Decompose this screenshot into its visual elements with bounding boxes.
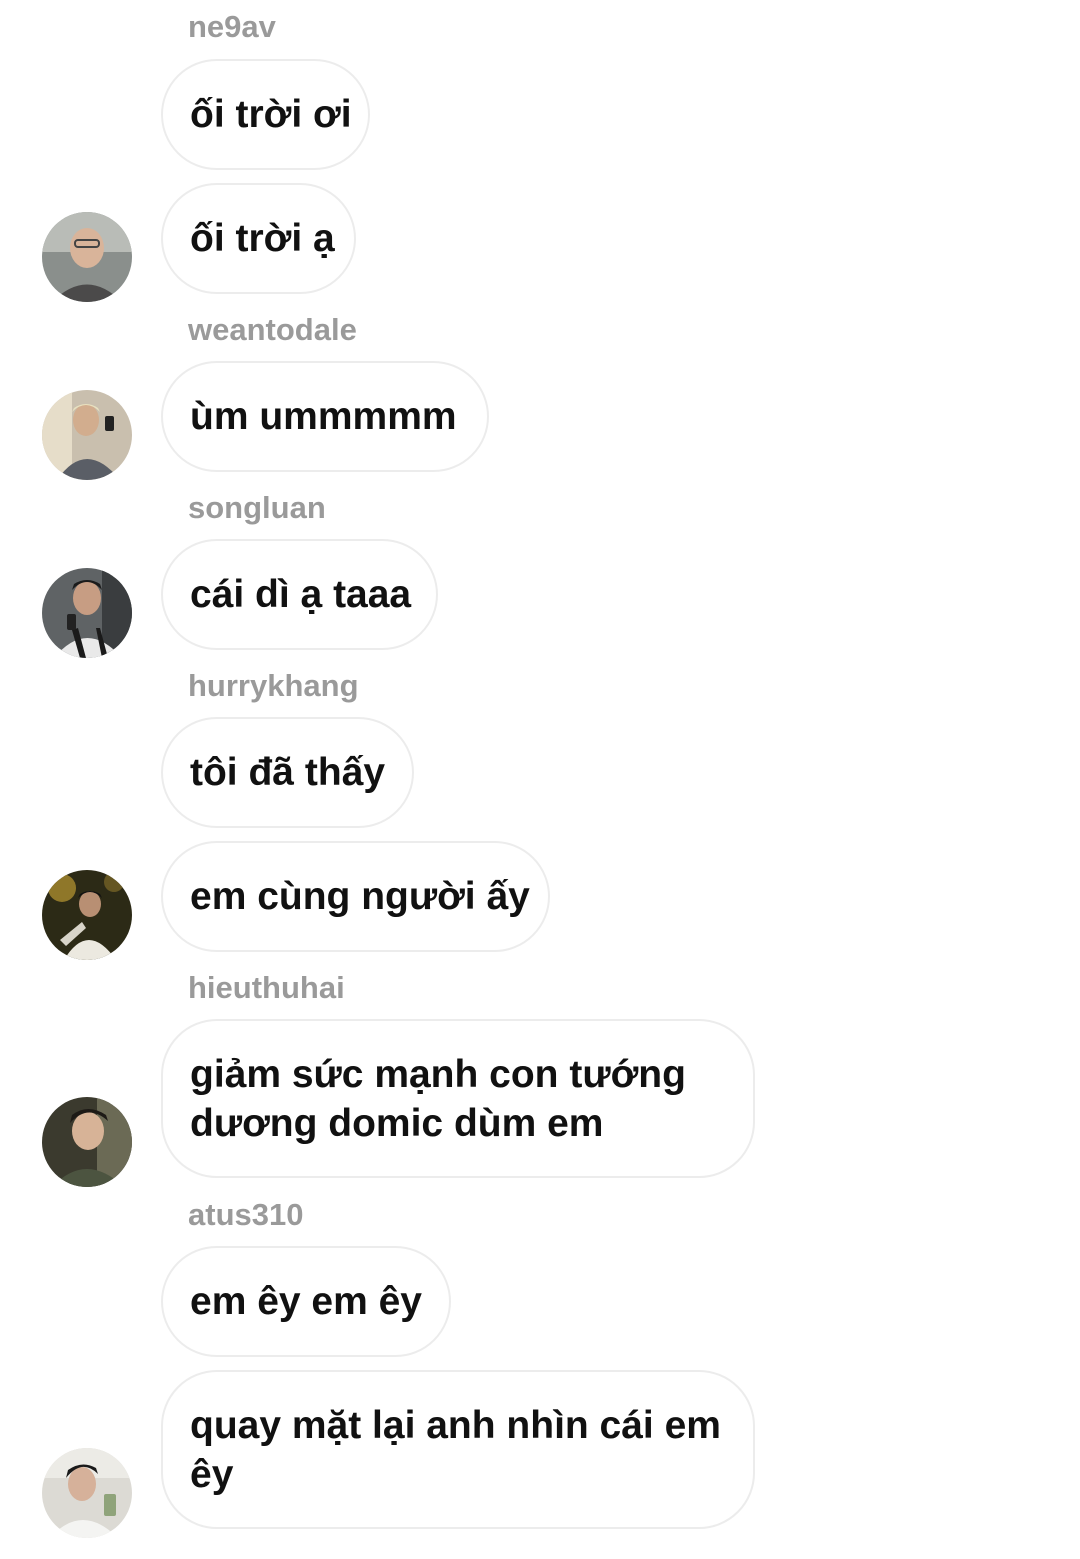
message-text-block: giảm sức mạnh con tướng dương domic dùm …	[190, 1050, 686, 1148]
message-bubble[interactable]: em êy em êy	[161, 1246, 451, 1357]
message-bubble[interactable]: giảm sức mạnh con tướng dương domic dùm …	[161, 1019, 755, 1178]
message-bubble[interactable]: ùm ummmmm	[161, 361, 489, 472]
user-avatar[interactable]	[42, 568, 132, 658]
avatar-photo-icon	[42, 870, 132, 960]
message-text: em êy em êy	[190, 1280, 423, 1323]
message-username[interactable]: hieuthuhai	[188, 970, 345, 1006]
message-text: ối trời ạ	[190, 217, 335, 260]
message-text: em cùng người ấy	[190, 875, 530, 918]
message-bubble[interactable]: tôi đã thấy	[161, 717, 414, 828]
user-avatar[interactable]	[42, 390, 132, 480]
message-bubble[interactable]: quay mặt lại anh nhìn cái em êy	[161, 1370, 755, 1529]
message-text: cái dì ạ taaa	[190, 573, 412, 616]
avatar-photo-icon	[42, 1097, 132, 1187]
message-username[interactable]: weantodale	[188, 312, 357, 348]
avatar-photo-icon	[42, 568, 132, 658]
message-text-block: quay mặt lại anh nhìn cái em êy	[190, 1401, 721, 1499]
message-username[interactable]: atus310	[188, 1197, 303, 1233]
message-text-line: giảm sức mạnh con tướng	[190, 1052, 686, 1096]
message-text: ùm ummmmm	[190, 395, 457, 438]
message-text: tôi đã thấy	[190, 751, 386, 794]
message-text-line: quay mặt lại anh nhìn cái em	[190, 1403, 721, 1447]
user-avatar[interactable]	[42, 1097, 132, 1187]
message-username[interactable]: ne9av	[188, 9, 276, 45]
message-bubble[interactable]: cái dì ạ taaa	[161, 539, 438, 650]
user-avatar[interactable]	[42, 1448, 132, 1538]
message-text-line: êy	[190, 1452, 234, 1496]
message-bubble[interactable]: ối trời ạ	[161, 183, 356, 294]
message-username[interactable]: hurrykhang	[188, 668, 359, 704]
user-avatar[interactable]	[42, 870, 132, 960]
avatar-photo-icon	[42, 390, 132, 480]
message-username[interactable]: songluan	[188, 490, 326, 526]
message-text: ối trời ơi	[190, 93, 352, 136]
user-avatar[interactable]	[42, 212, 132, 302]
message-text-line: dương domic dùm em	[190, 1101, 604, 1145]
message-bubble[interactable]: ối trời ơi	[161, 59, 370, 170]
avatar-photo-icon	[42, 1448, 132, 1538]
message-bubble[interactable]: em cùng người ấy	[161, 841, 550, 952]
avatar-photo-icon	[42, 212, 132, 302]
